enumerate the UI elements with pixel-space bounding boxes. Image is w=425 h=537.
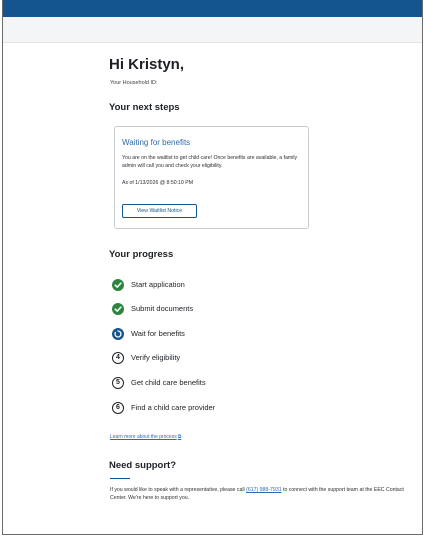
support-text: If you would like to speak with a repres… — [110, 486, 410, 502]
learn-more-label: Learn more about the process — [110, 434, 177, 440]
learn-more-link[interactable]: Learn more about the process⧉ — [110, 434, 181, 440]
support-text-before: If you would like to speak with a repres… — [110, 487, 247, 493]
check-circle-icon — [112, 279, 124, 291]
sub-header-bar — [3, 17, 422, 43]
card-title: Waiting for benefits — [122, 138, 191, 147]
support-divider — [110, 478, 130, 479]
spinner-circle-icon — [112, 328, 124, 340]
step-label: Verify eligibility — [131, 353, 181, 362]
phone-link[interactable]: (617) 988-7931 — [246, 487, 281, 493]
household-id-label: Your Household ID: — [110, 80, 158, 86]
check-circle-icon — [112, 303, 124, 315]
step-number-icon: 6 — [112, 402, 124, 414]
card-body: You are on the waitlist to get child car… — [122, 155, 298, 169]
view-waitlist-notice-button[interactable]: View Waitlist Notice — [122, 204, 197, 218]
waitlist-status-card: Waiting for benefits You are on the wait… — [114, 126, 309, 229]
support-heading: Need support? — [109, 460, 177, 471]
step-label: Submit documents — [131, 304, 194, 313]
external-link-icon: ⧉ — [177, 434, 182, 440]
step-label: Find a child care provider — [131, 403, 216, 412]
card-date: As of 1/13/2026 @ 8:50:10 PM — [122, 180, 194, 186]
next-steps-heading: Your next steps — [109, 102, 180, 113]
step-number-icon: 5 — [112, 377, 124, 389]
step-number-icon: 4 — [112, 352, 124, 364]
step-label: Start application — [131, 280, 185, 289]
page-frame: Hi Kristyn, Your Household ID: Your next… — [2, 0, 423, 535]
page-title: Hi Kristyn, — [109, 56, 185, 73]
step-label: Wait for benefits — [131, 329, 185, 338]
step-label: Get child care benefits — [131, 378, 206, 387]
top-header-bar — [3, 0, 422, 17]
progress-heading: Your progress — [109, 249, 174, 260]
